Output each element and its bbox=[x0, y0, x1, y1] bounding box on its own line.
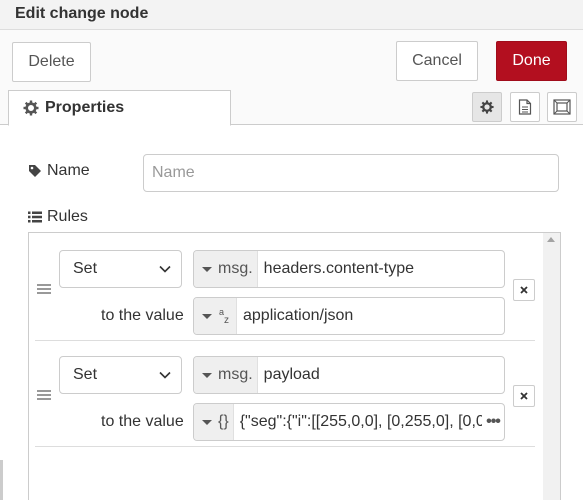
properties-view-button[interactable] bbox=[472, 92, 502, 122]
to-value-label: to the value bbox=[101, 413, 184, 430]
target-value[interactable]: payload bbox=[258, 366, 504, 384]
target-type-label: msg. bbox=[218, 366, 253, 383]
caret-down-icon bbox=[202, 419, 212, 425]
dialog-header: Edit change node bbox=[0, 0, 583, 30]
drag-handle-icon[interactable] bbox=[37, 284, 51, 294]
name-input[interactable] bbox=[143, 154, 559, 192]
close-icon bbox=[520, 286, 528, 294]
scroll-up-icon[interactable] bbox=[547, 237, 555, 242]
target-type-label: msg. bbox=[218, 260, 253, 277]
rules-scrollbar[interactable] bbox=[543, 233, 560, 500]
rule-row: Set msg. payload to the value {} {"seg":… bbox=[35, 343, 535, 447]
target-type-button[interactable]: msg. bbox=[194, 357, 258, 393]
cancel-button[interactable]: Cancel bbox=[396, 41, 478, 81]
appearance-view-button[interactable] bbox=[547, 92, 577, 122]
svg-text:z: z bbox=[224, 315, 229, 325]
document-icon bbox=[518, 99, 532, 115]
dialog-toolbar: Delete Cancel Done bbox=[0, 30, 583, 88]
rules-list: Set msg. headers.content-type to the val… bbox=[28, 232, 561, 500]
gear-icon bbox=[480, 100, 494, 114]
tab-properties-label: Properties bbox=[45, 99, 125, 116]
value-type-button[interactable]: {} bbox=[194, 404, 234, 440]
done-button[interactable]: Done bbox=[496, 41, 567, 81]
chevron-down-icon bbox=[159, 265, 171, 273]
target-value[interactable]: headers.content-type bbox=[258, 260, 504, 278]
value-text[interactable]: application/json bbox=[237, 307, 504, 325]
gear-icon bbox=[23, 100, 39, 116]
list-icon bbox=[28, 211, 42, 223]
description-view-button[interactable] bbox=[510, 92, 540, 122]
caret-down-icon bbox=[202, 313, 212, 319]
remove-rule-button[interactable] bbox=[513, 385, 535, 407]
rule-row: Set msg. headers.content-type to the val… bbox=[35, 237, 535, 341]
target-type-button[interactable]: msg. bbox=[194, 251, 258, 287]
name-label-text: Name bbox=[47, 162, 90, 179]
close-icon bbox=[520, 392, 528, 400]
rules-label-text: Rules bbox=[47, 208, 88, 225]
properties-panel: Name Rules Set msg. header bbox=[0, 126, 583, 500]
json-type-icon: {} bbox=[218, 413, 229, 430]
tab-bar: Properties bbox=[0, 88, 583, 126]
rule-target-input[interactable]: msg. payload bbox=[193, 356, 505, 394]
rules-label: Rules bbox=[28, 208, 88, 226]
dialog-title: Edit change node bbox=[15, 5, 149, 22]
rule-action-value: Set bbox=[73, 366, 98, 383]
caret-down-icon bbox=[202, 372, 212, 378]
expand-editor-button[interactable]: ••• bbox=[482, 404, 504, 440]
tab-properties[interactable]: Properties bbox=[8, 90, 231, 126]
tag-icon bbox=[29, 165, 41, 177]
rule-action-select[interactable]: Set bbox=[59, 356, 182, 394]
name-label: Name bbox=[28, 162, 90, 180]
rule-value-input[interactable]: {} {"seg":{"i":[[255,0,0], [0,255,0], [0… bbox=[193, 403, 505, 441]
rule-value-input[interactable]: a z application/json bbox=[193, 297, 505, 335]
remove-rule-button[interactable] bbox=[513, 279, 535, 301]
caret-down-icon bbox=[202, 266, 212, 272]
to-value-label: to the value bbox=[101, 307, 184, 324]
rule-action-select[interactable]: Set bbox=[59, 250, 182, 288]
value-text[interactable]: {"seg":{"i":[[255,0,0], [0,255,0], [0,0 bbox=[234, 413, 482, 431]
chevron-down-icon bbox=[159, 371, 171, 379]
delete-button[interactable]: Delete bbox=[12, 42, 91, 82]
rule-target-input[interactable]: msg. headers.content-type bbox=[193, 250, 505, 288]
panel-edge bbox=[0, 460, 3, 500]
string-type-icon: a z bbox=[219, 307, 229, 325]
drag-handle-icon[interactable] bbox=[37, 390, 51, 400]
frame-icon bbox=[553, 99, 571, 115]
value-type-button[interactable]: a z bbox=[194, 298, 237, 334]
rule-action-value: Set bbox=[73, 260, 98, 277]
